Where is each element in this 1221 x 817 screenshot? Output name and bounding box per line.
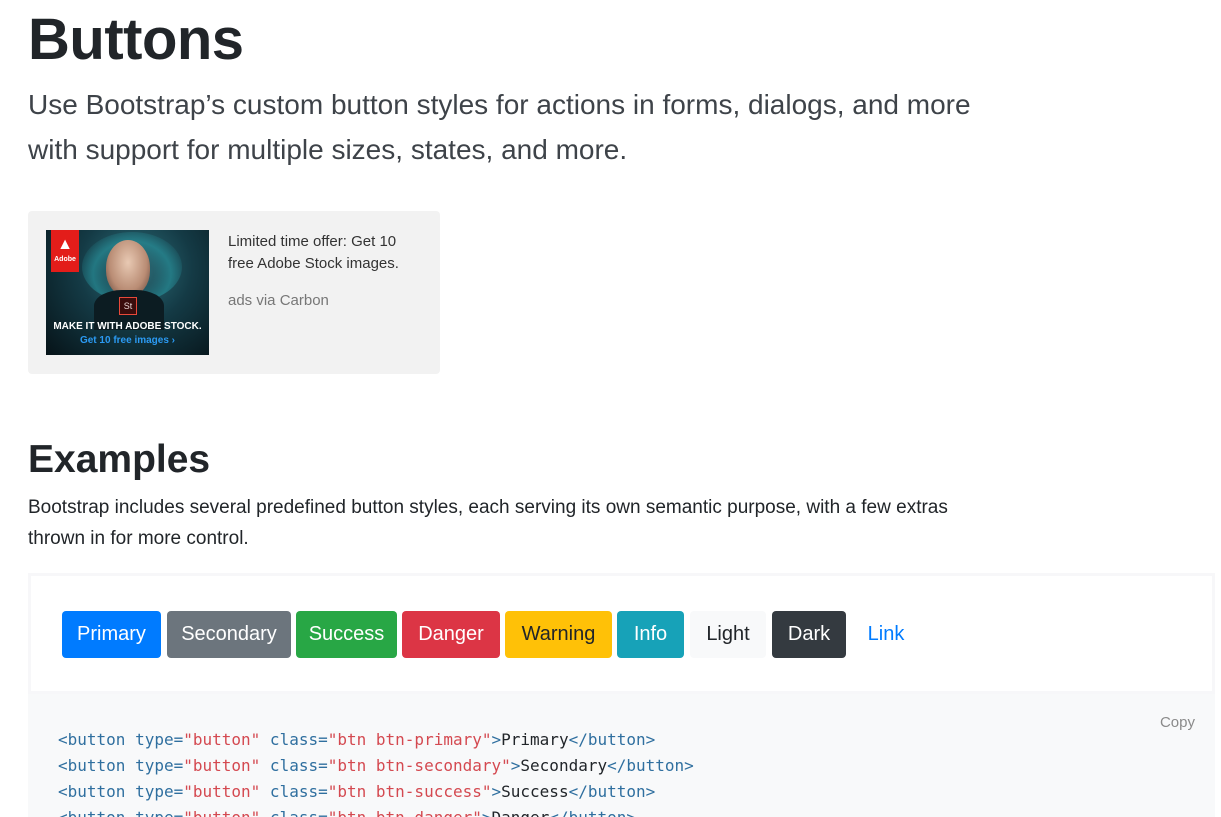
page-title: Buttons <box>28 7 244 72</box>
link-button[interactable]: Link <box>853 611 919 658</box>
adobe-logo-text: Adobe <box>54 256 76 263</box>
primary-button[interactable]: Primary <box>62 611 161 658</box>
buttons-example: Primary Secondary Success Danger Warning… <box>28 573 1215 694</box>
code-line: <button type="button" class="btn btn-sec… <box>58 756 694 775</box>
page: Buttons Use Bootstrap’s custom button st… <box>0 0 1221 817</box>
ad-image[interactable]: ▲ Adobe St MAKE IT WITH ADOBE STOCK. Get… <box>46 230 209 355</box>
code-line: <button type="button" class="btn btn-suc… <box>58 782 656 801</box>
dark-button[interactable]: Dark <box>772 611 846 658</box>
warning-button[interactable]: Warning <box>505 611 612 658</box>
ad-powered-by-link[interactable]: ads via Carbon <box>228 290 329 312</box>
carbon-ad: ▲ Adobe St MAKE IT WITH ADOBE STOCK. Get… <box>28 211 440 374</box>
copy-button[interactable]: Copy <box>1160 714 1195 731</box>
ad-text-link[interactable]: Limited time offer: Get 10 free Adobe St… <box>228 231 423 275</box>
secondary-button[interactable]: Secondary <box>167 611 291 658</box>
code-line: <button type="button" class="btn btn-pri… <box>58 730 656 749</box>
stock-badge-icon: St <box>119 297 137 315</box>
examples-heading: Examples <box>28 438 211 481</box>
code-line: <button type="button" class="btn btn-dan… <box>58 805 694 817</box>
light-button[interactable]: Light <box>690 611 766 658</box>
adobe-logo-icon: ▲ Adobe <box>51 230 79 272</box>
code-block: Copy <button type="button" class="btn bt… <box>28 694 1215 817</box>
info-button[interactable]: Info <box>617 611 684 658</box>
ad-image-headline: MAKE IT WITH ADOBE STOCK. <box>53 321 202 332</box>
danger-button[interactable]: Danger <box>402 611 500 658</box>
examples-description: Bootstrap includes several predefined bu… <box>28 497 948 549</box>
ad-image-cta: Get 10 free images › <box>79 335 176 346</box>
success-button[interactable]: Success <box>296 611 397 658</box>
ad-image-face <box>106 240 150 296</box>
page-lead: Use Bootstrap’s custom button styles for… <box>28 89 971 165</box>
code-lines: <button type="button" class="btn btn-pri… <box>58 727 694 817</box>
